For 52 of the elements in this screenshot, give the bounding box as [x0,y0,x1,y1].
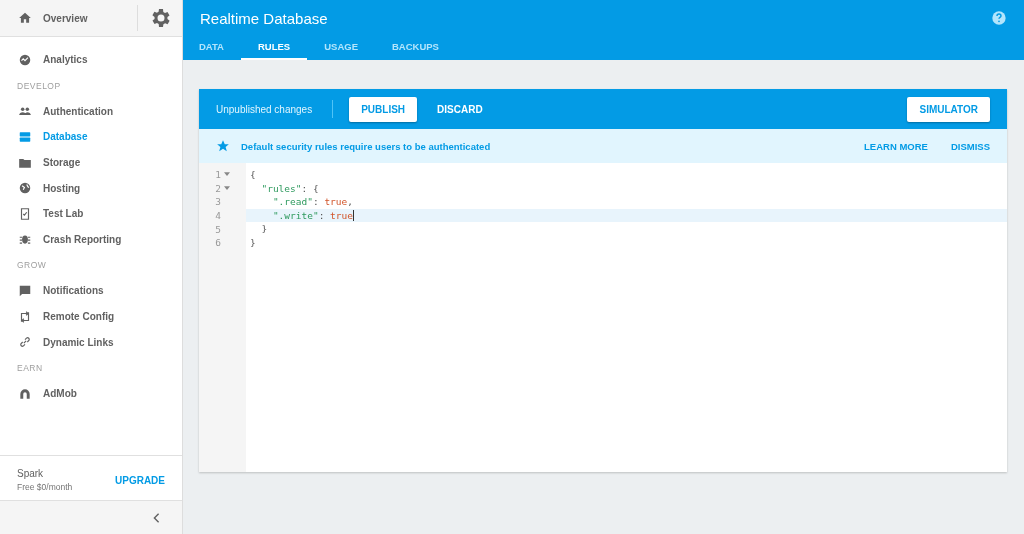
analytics-icon [18,52,32,67]
simulator-button[interactable]: SIMULATOR [907,96,990,122]
section-header: EARN [16,361,44,375]
tab[interactable]: RULES [241,36,308,60]
line-number: 5 [215,223,221,235]
globe-icon [18,181,32,196]
message-icon [18,283,32,298]
section-header: DEVELOP [16,79,62,93]
code-line: { [249,168,257,182]
collapse-icon[interactable] [153,512,160,523]
code-line: ".read": true, [271,195,354,209]
banner-message: Default security rules require users to be authenticated [241,140,491,152]
code-line: } [260,222,269,236]
plan-name: Spark [17,468,45,479]
fold-icon[interactable] [224,185,230,191]
nav-item[interactable]: Remote Config [0,303,182,330]
publish-button[interactable]: PUBLISH [349,96,418,122]
nav-item[interactable]: Authentication [0,98,182,125]
code-editor[interactable]: 1 2 3 4 5 6 { "rules": { ".read": true, ".write": true } } [199,163,1007,472]
nav-item[interactable]: Hosting [0,175,182,201]
nav-item[interactable]: Dynamic Links [0,329,182,355]
line-number: 6 [215,237,221,249]
line-number: 2 [215,182,221,194]
swap-icon [18,309,32,324]
code-line: } [249,235,257,250]
nav-item[interactable]: Analytics [0,47,182,73]
page-title: Realtime Database [200,9,328,27]
line-number: 3 [215,196,221,208]
line-number: 1 [215,169,221,181]
fold-icon[interactable] [224,172,230,178]
nav-item[interactable]: Notifications [0,278,182,304]
nav-item[interactable]: Crash Reporting [0,226,182,253]
home-icon [18,11,32,25]
admob-icon [18,386,32,401]
status-text: Unpublished changes [216,103,313,115]
nav-item[interactable]: Test Lab [0,200,182,227]
line-number: 4 [215,210,221,222]
nav-item[interactable]: AdMob [0,380,182,407]
link-icon [18,335,32,350]
code-line: "rules": { [260,181,320,196]
upgrade-link[interactable]: UPGRADE [115,474,165,486]
nav-item[interactable]: Database [0,124,182,150]
star-icon [216,139,230,153]
overview-link[interactable]: Overview [0,0,137,36]
settings-icon[interactable] [137,5,172,31]
plan-price: Free $0/month [17,482,73,492]
test-icon [18,206,32,221]
section-header: GROW [16,259,48,273]
database-icon [18,130,32,144]
nav-item[interactable]: Storage [0,149,182,176]
discard-button[interactable]: DISCARD [417,103,503,115]
help-icon[interactable] [991,10,1007,26]
